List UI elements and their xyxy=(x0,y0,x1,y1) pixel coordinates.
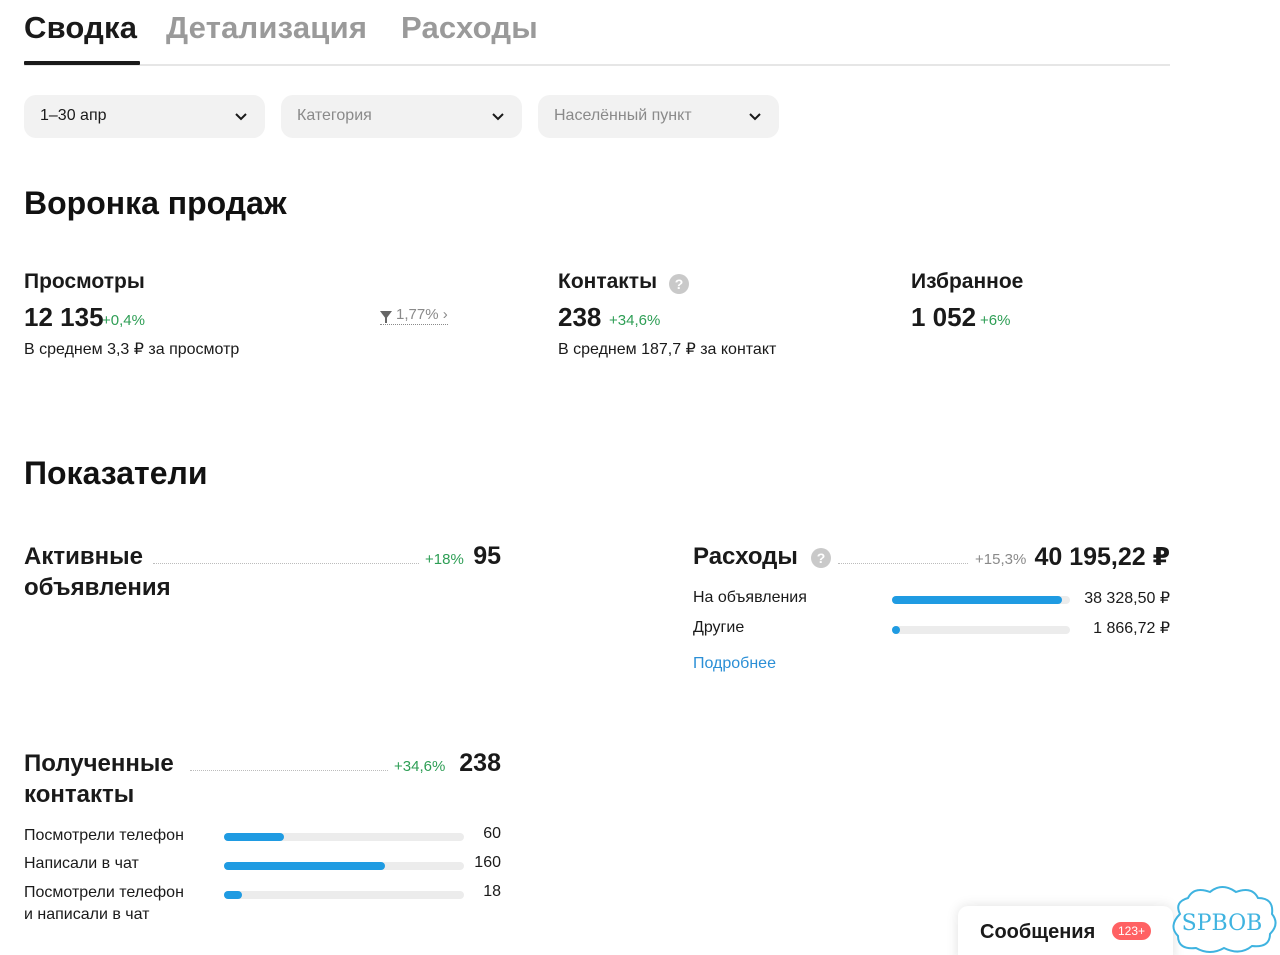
period-select[interactable]: 1–30 апр xyxy=(24,95,265,138)
views-average: В среднем 3,3 ₽ за просмотр xyxy=(24,341,240,358)
expenses-row-value: 38 328,50 ₽ xyxy=(1084,590,1170,607)
category-select[interactable]: Категория xyxy=(281,95,522,138)
location-select[interactable]: Населённый пункт xyxy=(538,95,779,138)
contacts-row-value: 18 xyxy=(483,883,501,900)
active-tab-underline xyxy=(24,61,140,65)
contacts-bar-fill xyxy=(224,833,285,841)
help-icon[interactable]: ? xyxy=(811,548,831,568)
tab-details[interactable]: Детализация xyxy=(166,10,367,46)
contacts-value: 238 xyxy=(558,302,602,332)
funnel-heading: Воронка продаж xyxy=(24,185,287,221)
contacts-average: В среднем 187,7 ₽ за контакт xyxy=(558,341,777,358)
contacts-row-label: Посмотрели телефон xyxy=(24,825,184,847)
messages-count-badge: 123+ xyxy=(1112,922,1152,940)
received-contacts-title-line2: контакты xyxy=(24,781,135,808)
dotted-leader xyxy=(838,563,968,564)
tab-summary[interactable]: Сводка xyxy=(24,10,137,46)
contacts-row-label: Посмотрели телефон и написали в чат xyxy=(24,882,184,926)
expenses-value: 40 195,22 ₽ xyxy=(1034,543,1170,571)
tab-expenses[interactable]: Расходы xyxy=(401,10,538,46)
contacts-row-value: 60 xyxy=(483,825,501,842)
contacts-row-label-line1: Посмотрели телефон xyxy=(24,884,184,901)
contacts-row-value: 160 xyxy=(474,854,501,871)
help-icon[interactable]: ? xyxy=(669,274,689,294)
contacts-row-label: Написали в чат xyxy=(24,853,139,875)
period-select-value: 1–30 апр xyxy=(40,107,107,124)
contacts-row-label-line1: Посмотрели телефон xyxy=(24,827,184,844)
contacts-delta: +34,6% xyxy=(609,312,661,329)
spbob-watermark-logo: SPBOB xyxy=(1172,886,1277,953)
chevron-down-icon xyxy=(492,113,504,121)
dotted-leader xyxy=(153,563,419,564)
conversion-value: 1,77% xyxy=(396,306,439,323)
favorites-delta: +6% xyxy=(980,312,1011,329)
contacts-title: Контакты xyxy=(558,270,658,293)
chevron-down-icon xyxy=(749,113,761,121)
received-contacts-title-line1: Полученные xyxy=(24,750,174,777)
expenses-more-link[interactable]: Подробнее xyxy=(693,655,776,673)
active-ads-title-line1: Активные xyxy=(24,543,143,570)
contacts-bar-track xyxy=(224,862,464,870)
indicators-heading: Показатели xyxy=(24,455,208,491)
favorites-title: Избранное xyxy=(911,270,1024,293)
views-value: 12 135 xyxy=(24,302,104,332)
contacts-row-label-line1: Написали в чат xyxy=(24,855,139,872)
active-ads-value: 95 xyxy=(473,542,501,570)
contacts-bar-fill xyxy=(224,891,243,899)
expenses-row-label: Другие xyxy=(693,619,745,636)
expenses-bar-track xyxy=(892,596,1070,604)
active-ads-title-line2: объявления xyxy=(24,574,171,601)
favorites-value: 1 052 xyxy=(911,302,977,332)
funnel-icon xyxy=(380,311,392,323)
messages-label: Сообщения xyxy=(980,921,1096,943)
chevron-down-icon xyxy=(235,113,247,121)
messages-widget[interactable]: Сообщения 123+ xyxy=(958,906,1173,955)
expenses-bar-fill xyxy=(892,596,1062,604)
received-contacts-delta: +34,6% xyxy=(394,758,446,775)
contacts-bar-track xyxy=(224,833,464,841)
expenses-bar-fill xyxy=(892,626,901,634)
contacts-bar-track xyxy=(224,891,464,899)
expenses-title: Расходы xyxy=(693,543,798,570)
watermark-text: SPBOB xyxy=(1182,911,1263,936)
received-contacts-value: 238 xyxy=(459,749,501,777)
dotted-leader xyxy=(190,770,388,771)
views-title: Просмотры xyxy=(24,270,145,293)
contacts-bar-fill xyxy=(224,862,386,870)
views-delta: +0,4% xyxy=(102,312,145,329)
received-contacts-title: Полученные контакты xyxy=(24,748,174,810)
category-select-placeholder: Категория xyxy=(297,107,372,124)
expenses-bar-track xyxy=(892,626,1070,634)
expenses-row-value: 1 866,72 ₽ xyxy=(1093,620,1170,637)
active-ads-delta: +18% xyxy=(425,551,464,568)
active-ads-title: Активные объявления xyxy=(24,541,171,603)
expenses-delta: +15,3% xyxy=(975,551,1027,568)
expenses-row-label: На объявления xyxy=(693,589,807,606)
location-select-placeholder: Населённый пункт xyxy=(554,107,692,124)
tab-bar: Сводка Детализация Расходы xyxy=(24,8,1170,66)
conversion-link[interactable]: 1,77% › xyxy=(380,306,448,325)
contacts-row-label-line2: и написали в чат xyxy=(24,906,150,923)
